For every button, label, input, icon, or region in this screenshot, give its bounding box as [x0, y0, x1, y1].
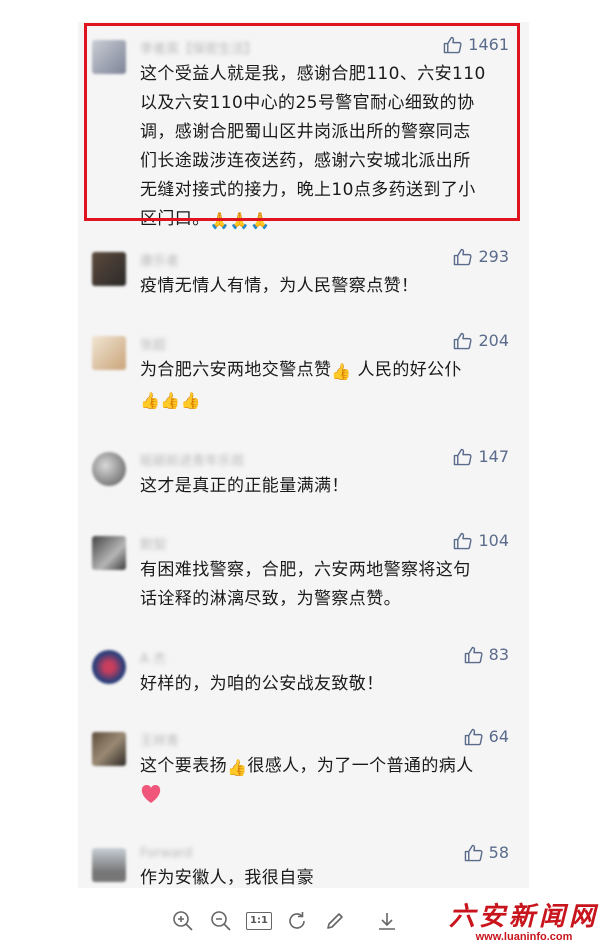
zoom-in-button[interactable] — [170, 908, 196, 934]
comment-item: 张超 204 为合肥六安两地交警点赞👍 人民的好公仆 👍👍👍 — [78, 318, 529, 428]
avatar[interactable] — [92, 848, 126, 882]
thumbs-up-emoji: 👍 — [160, 391, 181, 410]
zoom-in-icon — [173, 911, 193, 931]
like-button[interactable]: 104 — [453, 531, 509, 550]
comment-line: 话诠释的淋漓尽致，为警察点赞。 — [140, 589, 401, 609]
comment-text: 好样的，为咱的公安战友致敬！ — [140, 670, 512, 699]
comment-username[interactable]: Forward — [140, 846, 192, 862]
comment-item: 砥砺前进青年乐观 147 这才是真正的正能量满满！ — [78, 434, 529, 514]
comment-item: 康乐者 293 疫情无情人有情，为人民警察点赞！ — [78, 234, 529, 314]
site-watermark: 六安新闻网 www.luaninfo.com — [449, 896, 599, 943]
like-count: 64 — [488, 727, 509, 746]
avatar[interactable] — [92, 536, 126, 570]
comment-line: 作为安徽人，我很自豪 — [140, 868, 314, 888]
avatar[interactable] — [92, 452, 126, 486]
comment-text: 作为安徽人，我很自豪 — [140, 864, 512, 893]
comment-item: 王祥青 64 这个要表扬👍很感人，为了一个普通的病人 — [78, 714, 529, 824]
thumbs-up-icon — [454, 448, 473, 465]
rotate-button[interactable] — [284, 908, 310, 934]
like-button[interactable]: 293 — [453, 247, 509, 266]
heart-emoji — [141, 785, 161, 803]
thumbs-up-emoji: 👍 — [227, 758, 248, 777]
thumbs-up-icon — [464, 728, 483, 745]
comment-line: 这才是真正的正能量满满！ — [140, 476, 349, 496]
like-button[interactable]: 147 — [453, 447, 509, 466]
highlight-box — [84, 23, 520, 221]
avatar[interactable] — [92, 336, 126, 370]
comment-text: 有困难找警察，合肥，六安两地警察将这句 话诠释的淋漓尽致，为警察点赞。 — [140, 556, 512, 614]
download-button[interactable] — [374, 908, 400, 934]
like-button[interactable]: 204 — [453, 331, 509, 350]
comment-item: A 杰 83 好样的，为咱的公安战友致敬！ — [78, 632, 529, 712]
thumbs-up-emoji: 👍 — [140, 391, 161, 410]
thumbs-up-icon — [454, 532, 473, 549]
comment-line: 这个要表扬 — [140, 756, 227, 776]
comment-text: 疫情无情人有情，为人民警察点赞！ — [140, 272, 512, 301]
image-viewer-toolbar: 1:1 — [170, 903, 400, 939]
avatar[interactable] — [92, 650, 126, 684]
watermark-title: 六安新闻网 — [448, 902, 599, 932]
comment-username[interactable]: 康乐者 — [140, 250, 179, 269]
thumbs-up-icon — [464, 646, 483, 663]
like-count: 58 — [488, 843, 509, 862]
like-button[interactable]: 58 — [464, 843, 509, 862]
thumbs-up-icon — [454, 332, 473, 349]
comment-line: 疫情无情人有情，为人民警察点赞！ — [140, 276, 419, 296]
like-button[interactable]: 64 — [464, 727, 509, 746]
thumbs-up-icon — [454, 248, 473, 265]
like-count: 83 — [488, 645, 509, 664]
like-count: 147 — [478, 447, 509, 466]
edit-icon — [327, 913, 343, 929]
like-count: 104 — [478, 531, 509, 550]
comment-username[interactable]: 默契 — [140, 534, 166, 553]
zoom-out-icon — [211, 911, 231, 931]
download-icon — [379, 913, 395, 930]
comment-item: 默契 104 有困难找警察，合肥，六安两地警察将这句 话诠释的淋漓尽致，为警察点… — [78, 518, 529, 628]
thumbs-up-emoji: 👍 — [180, 391, 201, 410]
comment-line: 为合肥六安两地交警点赞 — [140, 360, 332, 380]
thumbs-up-icon — [464, 844, 483, 861]
thumbs-up-emoji: 👍 — [331, 362, 352, 381]
comment-username[interactable]: 张超 — [140, 334, 166, 353]
actual-size-button[interactable]: 1:1 — [246, 908, 272, 934]
comment-username[interactable]: 砥砺前进青年乐观 — [140, 450, 244, 469]
comment-item: Forward 58 作为安徽人，我很自豪 — [78, 830, 529, 900]
like-button[interactable]: 83 — [464, 645, 509, 664]
like-count: 293 — [478, 247, 509, 266]
comment-username[interactable]: 王祥青 — [140, 730, 179, 749]
comment-line: 很感人，为了一个普通的病人 — [247, 756, 474, 776]
comment-line: 有困难找警察，合肥，六安两地警察将这句 — [140, 560, 471, 580]
avatar[interactable] — [92, 252, 126, 286]
zoom-out-button[interactable] — [208, 908, 234, 934]
comment-text: 为合肥六安两地交警点赞👍 人民的好公仆 👍👍👍 — [140, 356, 512, 414]
avatar[interactable] — [92, 732, 126, 766]
comment-text: 这个要表扬👍很感人，为了一个普通的病人 — [140, 752, 512, 810]
comment-line: 好样的，为咱的公安战友致敬！ — [140, 674, 384, 694]
comment-line: 人民的好公仆 — [357, 360, 462, 380]
comment-text: 这才是真正的正能量满满！ — [140, 472, 512, 501]
like-count: 204 — [478, 331, 509, 350]
comment-username[interactable]: A 杰 — [140, 648, 166, 667]
actual-size-icon: 1:1 — [246, 912, 272, 930]
edit-button[interactable] — [322, 908, 348, 934]
rotate-icon — [289, 912, 305, 929]
